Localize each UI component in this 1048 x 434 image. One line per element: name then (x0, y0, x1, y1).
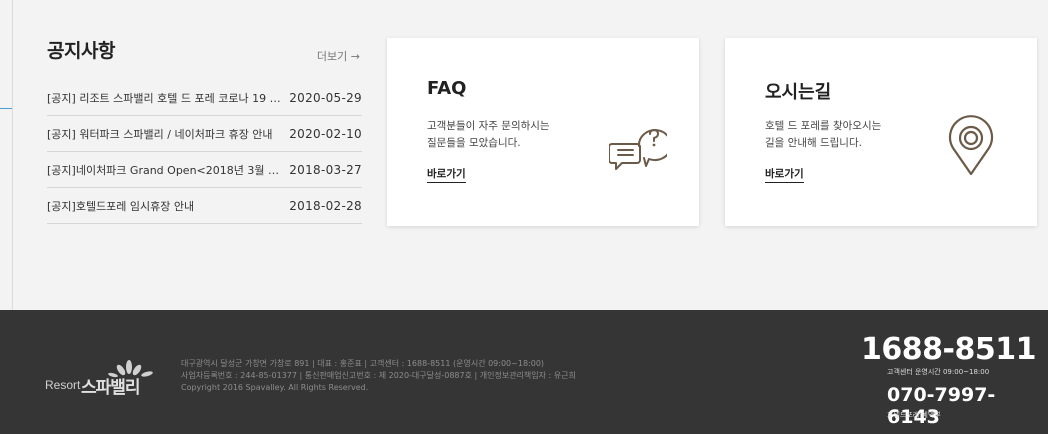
notice-item[interactable]: [공지]호텔드포레 임시휴장 안내 2018-02-28 (47, 188, 362, 224)
location-pin-icon (948, 115, 994, 176)
logo-resort-text: Resort (45, 378, 81, 392)
notice-item-date: 2020-02-10 (289, 126, 362, 141)
notice-item-title: [공지]호텔드포레 임시휴장 안내 (47, 199, 195, 213)
notice-item-title: [공지] 리조트 스파밸리 호텔 드 포레 코로나 19 관련 안내 (47, 91, 283, 105)
notice-item-title: [공지] 워터파크 스파밸리 / 네이처파크 휴장 안내 (47, 127, 273, 141)
directions-desc-line: 호텔 드 포레를 찾아오시는 (765, 120, 882, 132)
site-footer: Resort 스파밸리 대구광역시 달성군 가창면 가창로 891 | 대표 :… (0, 310, 1048, 434)
directions-desc-line: 길을 안내해 드립니다. (765, 137, 862, 149)
customer-center-phone: 1688-8511 (861, 332, 1036, 367)
company-info-line: 사업자등록번호 : 244-85-01377 | 통신판매업신고번호 : 제 2… (181, 371, 576, 380)
faq-title: FAQ (427, 78, 467, 99)
customer-center-hours: 고객센터 운영시간 09:00~18:00 (887, 368, 990, 376)
notice-item-date: 2018-02-28 (289, 198, 362, 213)
notice-item[interactable]: [공지] 워터파크 스파밸리 / 네이처파크 휴장 안내 2020-02-10 (47, 116, 362, 152)
faq-shortcut-link[interactable]: 바로가기 (427, 166, 466, 183)
hotel-reservation-label: 호텔드포레 예약부 (887, 411, 941, 419)
chat-question-icon (609, 129, 667, 170)
company-info-line: 대구광역시 달성군 가창면 가창로 891 | 대표 : 홍준표 | 고객센터 … (181, 359, 545, 368)
logo-brand-name: 스파밸리 (81, 378, 141, 398)
notice-list: [공지] 리조트 스파밸리 호텔 드 포레 코로나 19 관련 안내 2020-… (47, 80, 362, 224)
directions-title: 오시는길 (765, 82, 832, 103)
left-accent-line (0, 108, 12, 109)
notice-more-link[interactable]: 더보기 → (317, 48, 360, 64)
faq-card[interactable]: FAQ 고객분들이 자주 문의하시는 질문들을 모았습니다. 바로가기 (387, 38, 699, 226)
faq-description: 고객분들이 자주 문의하시는 질문들을 모았습니다. (427, 118, 597, 152)
notice-section: 공지사항 더보기 → [공지] 리조트 스파밸리 호텔 드 포레 코로나 19 … (47, 36, 362, 224)
hotel-reservation-phone: 070-7997-6143 (887, 384, 996, 428)
directions-description: 호텔 드 포레를 찾아오시는 길을 안내해 드립니다. (765, 118, 935, 152)
faq-desc-line: 고객분들이 자주 문의하시는 (427, 120, 550, 132)
notice-item-title: [공지]네이처파크 Grand Open<2018년 3월 31일> (47, 163, 283, 177)
notice-title: 공지사항 (47, 40, 115, 62)
directions-shortcut-link[interactable]: 바로가기 (765, 166, 804, 183)
notice-item-date: 2020-05-29 (289, 90, 362, 105)
directions-card[interactable]: 오시는길 호텔 드 포레를 찾아오시는 길을 안내해 드립니다. 바로가기 (725, 38, 1037, 226)
spavalley-logo[interactable]: Resort 스파밸리 (45, 358, 175, 398)
left-divider-line (12, 0, 13, 310)
company-info: 대구광역시 달성군 가창면 가창로 891 | 대표 : 홍준표 | 고객센터 … (181, 358, 576, 394)
notice-item[interactable]: [공지] 리조트 스파밸리 호텔 드 포레 코로나 19 관련 안내 2020-… (47, 80, 362, 116)
faq-desc-line: 질문들을 모았습니다. (427, 137, 521, 149)
notice-item-date: 2018-03-27 (289, 162, 362, 177)
notice-item[interactable]: [공지]네이처파크 Grand Open<2018년 3월 31일> 2018-… (47, 152, 362, 188)
copyright-text: Copyright 2016 Spavalley. All Rights Res… (181, 383, 369, 392)
